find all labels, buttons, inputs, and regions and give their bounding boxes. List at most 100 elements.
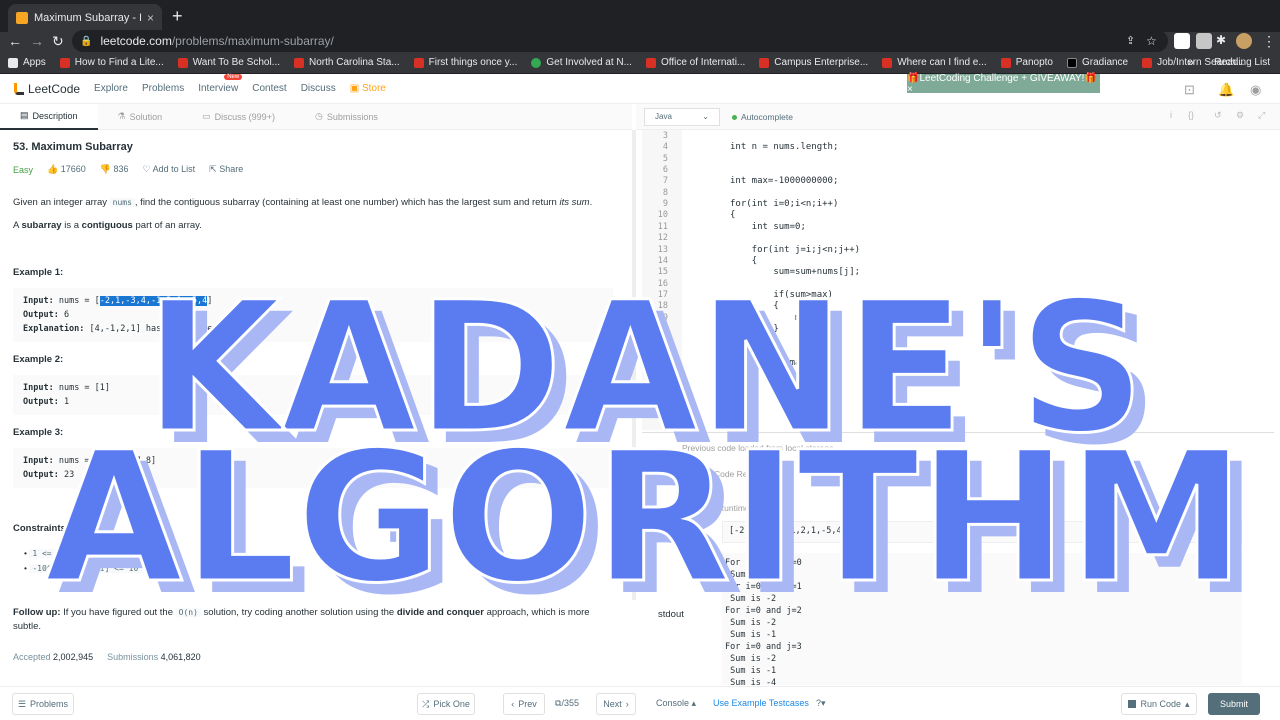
bookmark-item[interactable]: First things once y... (413, 57, 517, 68)
run-code-button[interactable]: Run Code ▴ (1121, 693, 1197, 715)
extension-square-icon[interactable] (1196, 33, 1212, 49)
constraint-item: • -10^5 <= nums[i] <= 10^5 (24, 561, 170, 576)
follow-up: Follow up: If you have figured out the O… (13, 607, 590, 632)
tab-title: Maximum Subarray - LeetCode (34, 12, 141, 24)
bookmark-item[interactable]: Get Involved at N... (531, 57, 632, 68)
browser-menu-icon[interactable]: ⋮ (1262, 32, 1276, 50)
extensions-puzzle-icon[interactable]: ✱ (1216, 33, 1232, 49)
code-editor[interactable]: 3 4 5 6 7 8 9 10 11 12 13 14 15 16 17 18 19 20 21 22 23 24 25 2… (642, 130, 1274, 430)
code-line: { (730, 255, 758, 266)
bookmark-apps[interactable]: Apps (8, 57, 46, 68)
code-line: { (730, 301, 779, 312)
bookmark-item[interactable]: Want To Be Schol... (177, 57, 280, 68)
bookmark-favicon-icon (1000, 57, 1011, 68)
braces-icon[interactable]: {} (1188, 110, 1194, 120)
bookmarks-overflow-icon[interactable]: » (1187, 55, 1194, 69)
tab-close-icon[interactable]: × (147, 11, 154, 25)
nav-explore[interactable]: Explore (94, 83, 128, 94)
nav-discuss[interactable]: Discuss (301, 83, 336, 94)
description-icon: ▤ (20, 110, 29, 120)
line-number: 3 (662, 131, 668, 141)
language-select[interactable]: Java ⌄ (644, 108, 720, 126)
autocomplete-toggle[interactable]: Autocomplete (732, 112, 793, 122)
heart-icon: ♡ (142, 164, 151, 174)
nav-store[interactable]: ▣ Store (350, 83, 386, 94)
leetcode-logo-icon (14, 82, 24, 95)
new-tab-button[interactable]: + (172, 6, 183, 26)
tab-submissions[interactable]: ◷ Submissions (295, 104, 398, 130)
stdout-label: stdout (658, 609, 684, 620)
extension-n-icon[interactable] (1174, 33, 1190, 49)
console-input-tab[interactable]: Input (686, 503, 705, 513)
url-bar[interactable]: 🔒 leetcode.com/problems/maximum-subarray… (72, 30, 1168, 52)
pick-one-button[interactable]: ⤮ Pick One (417, 693, 475, 715)
stdout-output: For i=0 and j=0 Sum is -2 For i=0 and j=… (722, 553, 1242, 688)
code-line: } (730, 335, 758, 346)
line-number: 14 (657, 255, 668, 266)
reload-icon[interactable]: ↻ (52, 32, 64, 50)
back-arrow-icon[interactable]: ← (8, 32, 22, 50)
tab-discuss[interactable]: ▭ Discuss (999+) (182, 104, 295, 130)
prev-button[interactable]: ‹ Prev (503, 693, 545, 715)
line-number: 9 (662, 199, 668, 210)
leetcode-logo[interactable]: LeetCode (14, 82, 80, 96)
dislike-button[interactable]: 👎 836 (100, 164, 129, 175)
run-code-result-tab[interactable]: Run Code Result (696, 469, 761, 479)
next-button[interactable]: Next › (596, 693, 636, 715)
nav-contest[interactable]: Contest (252, 83, 286, 94)
fullscreen-icon[interactable]: ⤢ (1258, 110, 1265, 121)
forward-arrow-icon[interactable]: → (30, 32, 44, 50)
info-icon[interactable]: i (1170, 110, 1172, 120)
testcase-input[interactable]: [-2,1,-3,4,-1,2,1,-5,4] (722, 521, 1242, 543)
challenge-banner[interactable]: 🎁LeetCoding Challenge + GIVEAWAY!🎁 × (907, 73, 1100, 95)
reset-icon[interactable]: ↺ (1214, 110, 1222, 121)
tab-description[interactable]: ▤ Description (0, 103, 98, 130)
bookmark-item[interactable]: North Carolina Sta... (294, 57, 400, 68)
problem-page-counter[interactable]: ⧉/355 (555, 698, 579, 709)
browser-tab-strip: Maximum Subarray - LeetCode × + (0, 0, 1280, 32)
bookmark-item[interactable]: Where can I find e... (882, 57, 987, 68)
user-avatar-icon[interactable]: ◉ (1250, 82, 1261, 98)
bookmark-favicon-icon (759, 57, 770, 68)
example-box: Input: nums = [5,4,-1,7,8] Output: 23 (13, 448, 613, 488)
line-number: 19 (657, 312, 668, 323)
bookmark-item[interactable]: Campus Enterprise... (759, 57, 868, 68)
bookmark-item[interactable]: How to Find a Lite... (59, 57, 164, 68)
bookmark-item[interactable]: Gradiance (1066, 57, 1128, 68)
console-toggle[interactable]: Console ▴ (656, 698, 696, 709)
add-to-list-button[interactable]: ♡ Add to List (143, 164, 196, 175)
reading-list-button[interactable]: Reading List (1214, 57, 1270, 68)
console-panel: Previous code loaded from local storage … (642, 432, 1274, 688)
playground-icon[interactable]: ⊡ (1184, 82, 1195, 98)
help-icon[interactable]: ?▾ (816, 698, 826, 709)
line-gutter: 3 4 5 6 7 8 9 10 11 12 13 14 15 16 17 18 19 20 21 22 23 24 25 2… (642, 130, 682, 430)
console-runtime-tab[interactable]: Runtime (718, 503, 750, 513)
share-button[interactable]: ⇱ Share (209, 164, 243, 175)
tab-solution[interactable]: ⚗ Solution (98, 104, 183, 130)
notification-bell-icon[interactable]: 🔔 (1218, 82, 1234, 98)
pane-splitter[interactable] (632, 130, 636, 600)
bookmark-star-icon[interactable]: ☆ (1146, 32, 1157, 50)
code-line: int n = nums.length; (730, 142, 839, 153)
line-number: 23 (657, 358, 668, 368)
settings-gear-icon[interactable]: ⚙ (1236, 110, 1244, 121)
share-page-icon[interactable]: ⇪ (1126, 32, 1135, 50)
submit-button[interactable]: Submit (1208, 693, 1260, 715)
bookmark-favicon-icon (177, 57, 188, 68)
list-icon: ☰ (17, 698, 27, 709)
nav-problems[interactable]: Problems (142, 83, 184, 94)
bookmark-item[interactable]: Office of Internati... (645, 57, 745, 68)
like-button[interactable]: 👍 17660 (47, 164, 86, 175)
use-example-testcases-link[interactable]: Use Example Testcases (713, 698, 809, 708)
example-box: Input: nums = [1] Output: 1 (13, 375, 613, 415)
line-number: 6 (662, 165, 668, 176)
browser-tab[interactable]: Maximum Subarray - LeetCode × (8, 4, 162, 32)
profile-avatar-icon[interactable] (1236, 33, 1252, 49)
bookmark-item[interactable]: Panopto (1000, 57, 1053, 68)
problems-list-button[interactable]: ☰ Problems (12, 693, 74, 715)
selected-text: -2,1,-3,4,-1,2,1,-5,4 (99, 296, 208, 306)
chevron-right-icon: › (625, 699, 629, 709)
run-icon (1128, 700, 1137, 708)
code-line: return max; (730, 358, 812, 368)
nav-interview[interactable]: Interview New (198, 74, 243, 94)
